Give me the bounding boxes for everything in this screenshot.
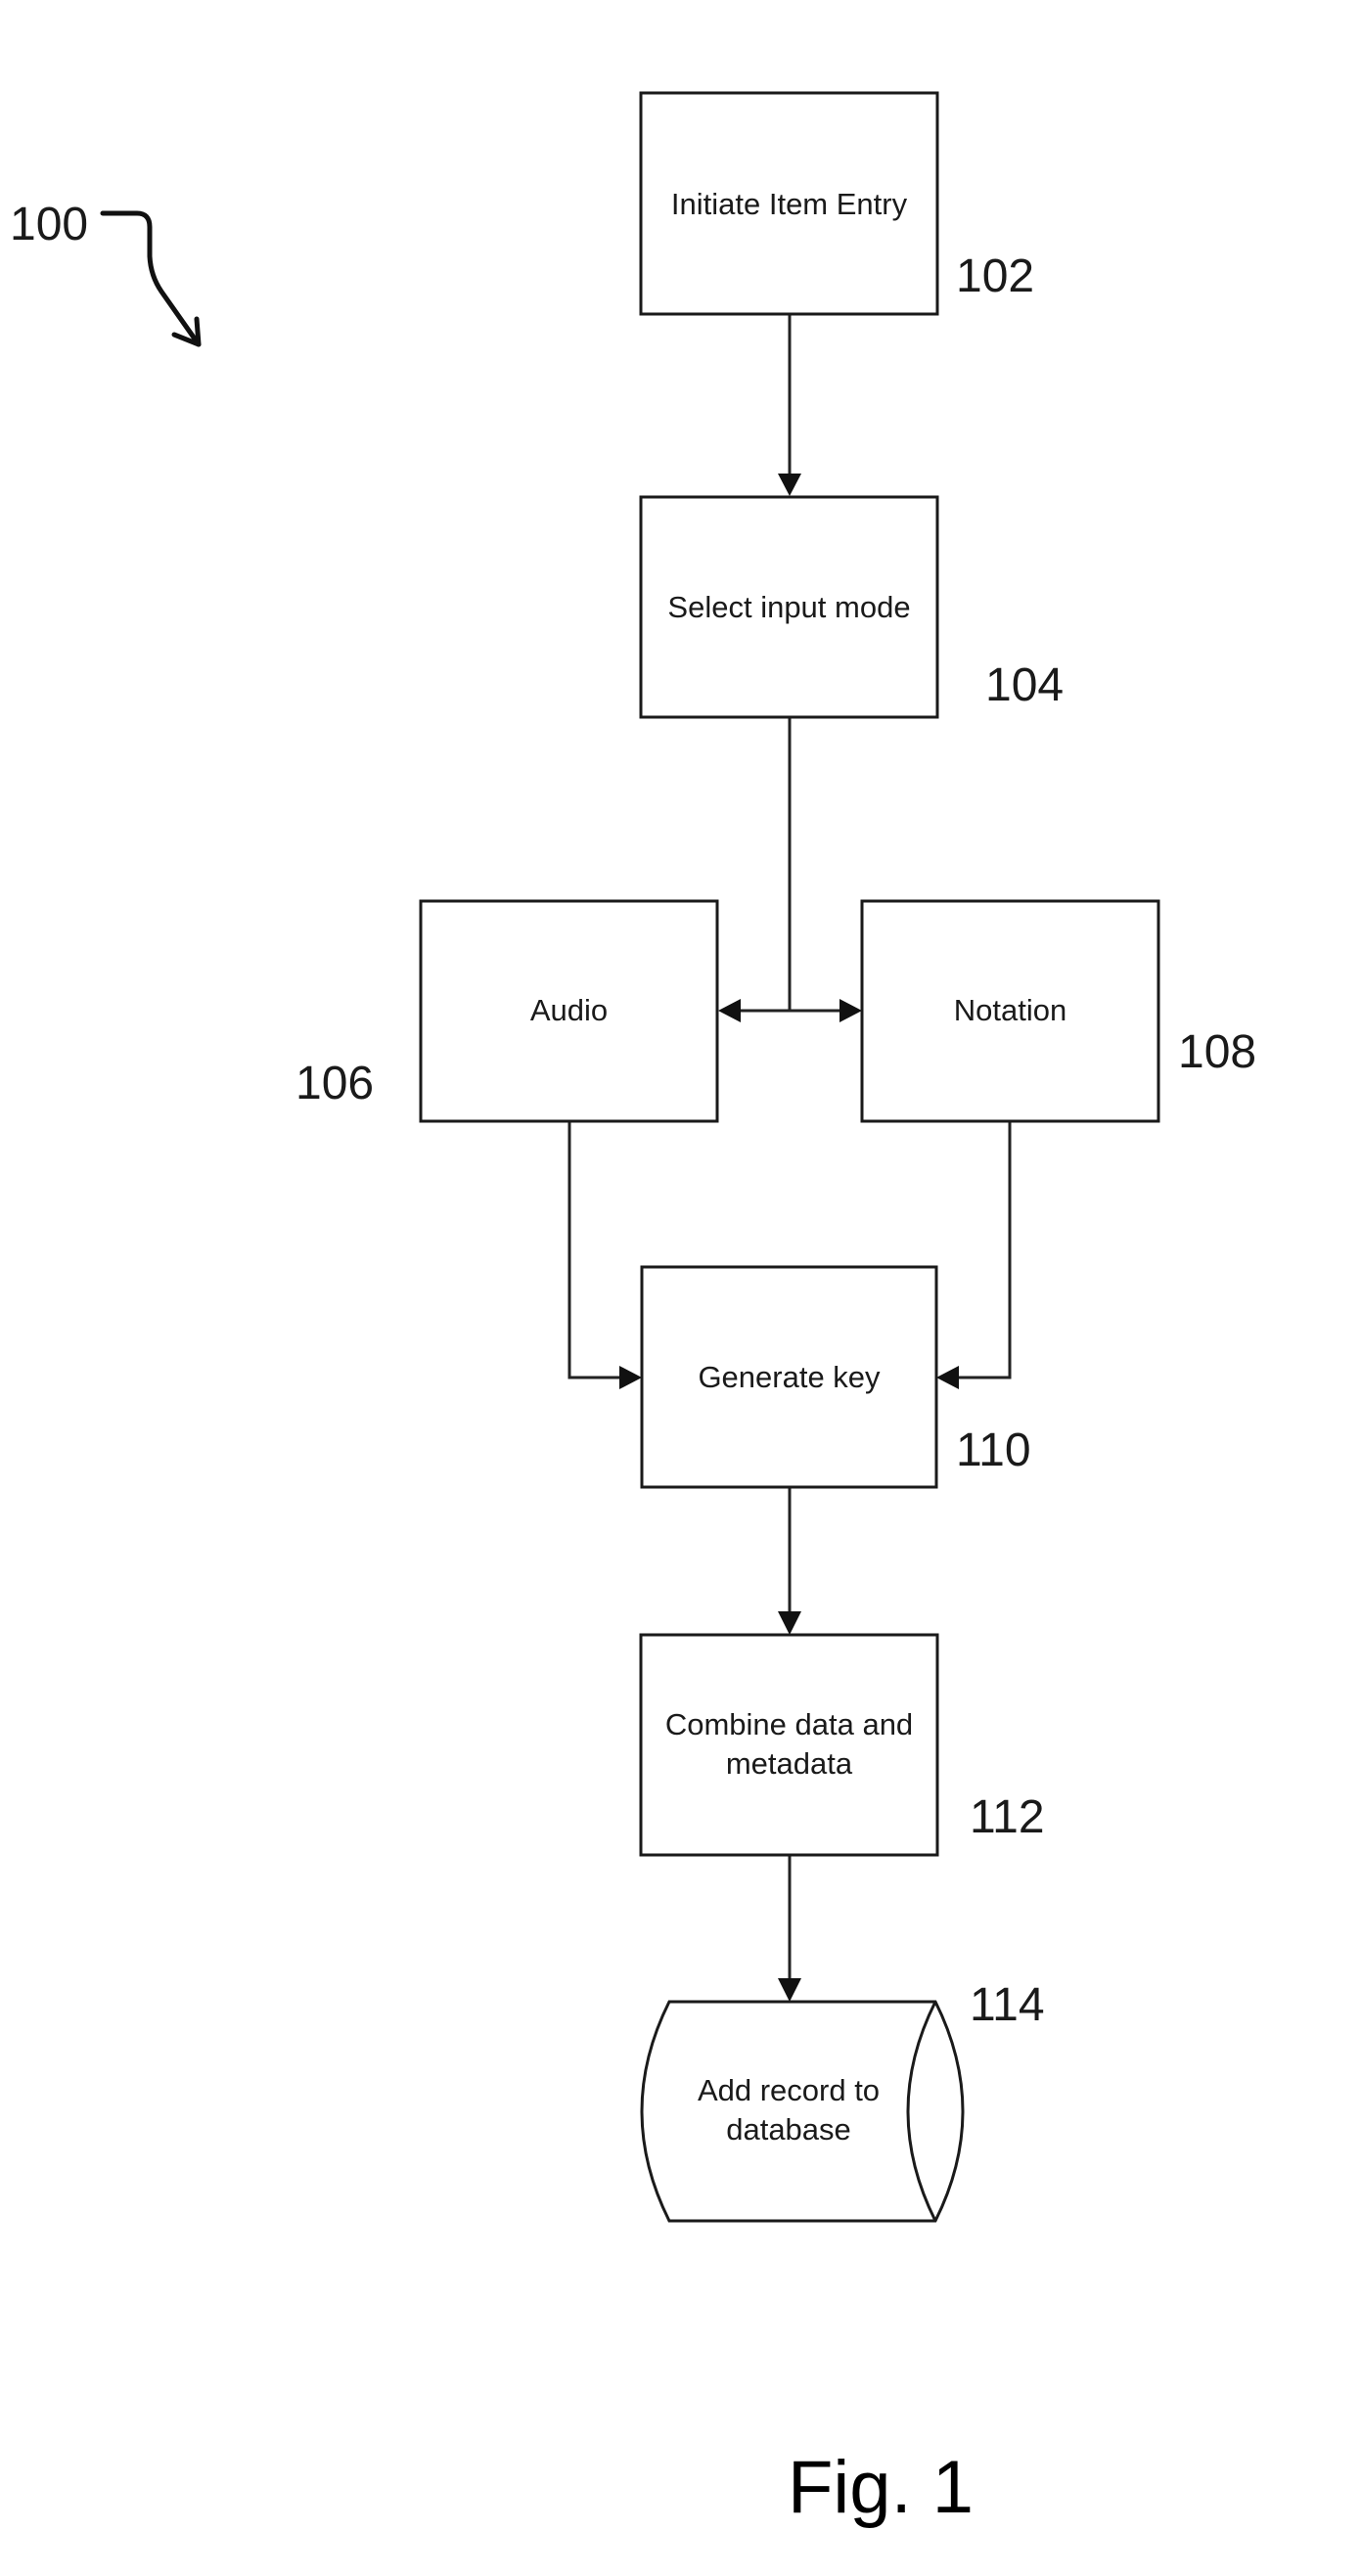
node-label: Notation — [954, 993, 1066, 1027]
figure-reference-arrow-icon — [100, 210, 202, 347]
figure-caption: Fig. 1 — [788, 2446, 974, 2529]
node-label-line-2: metadata — [726, 1746, 853, 1781]
node-reference-102: 102 — [956, 250, 1034, 302]
node-reference-114: 114 — [970, 1979, 1045, 2031]
arrowhead-left-icon — [936, 1366, 959, 1389]
figure-reference-label: 100 — [10, 199, 88, 250]
node-reference-108: 108 — [1178, 1026, 1256, 1078]
arrowhead-down-icon — [778, 1611, 801, 1635]
arrowhead-down-icon — [778, 1978, 801, 2002]
edge-108-110 — [957, 1121, 1012, 1379]
node-label-line-2: database — [726, 2112, 851, 2147]
node-reference-106: 106 — [295, 1058, 374, 1109]
node-reference-104: 104 — [985, 659, 1064, 711]
node-audio: Audio — [419, 899, 719, 1123]
arrowhead-right-icon — [839, 999, 862, 1022]
arrowhead-left-icon — [718, 999, 741, 1022]
flowchart: 100 Initiate Item Entry 102 Select input… — [10, 91, 1256, 2529]
node-label-line-1: Add record to — [698, 2073, 880, 2107]
node-label: Audio — [530, 993, 608, 1027]
node-label: Select input mode — [667, 590, 910, 624]
arrowhead-down-icon — [778, 474, 801, 496]
node-add-record-to-database: Add record to database — [640, 2000, 965, 2223]
database-icon — [640, 2000, 965, 2223]
node-select-input-mode: Select input mode — [639, 495, 939, 719]
node-label-line-1: Combine data and — [665, 1707, 913, 1741]
node-reference-112: 112 — [970, 1791, 1045, 1843]
node-combine-data-and-metadata: Combine data and metadata — [639, 1633, 939, 1857]
node-initiate-item-entry: Initiate Item Entry — [639, 91, 939, 316]
node-generate-key: Generate key — [640, 1265, 938, 1489]
node-label: Generate key — [698, 1360, 881, 1394]
node-label: Initiate Item Entry — [671, 187, 908, 221]
node-notation: Notation — [860, 899, 1160, 1123]
edge-106-110 — [567, 1121, 622, 1379]
arrowhead-right-icon — [619, 1366, 642, 1389]
node-reference-110: 110 — [956, 1424, 1031, 1476]
